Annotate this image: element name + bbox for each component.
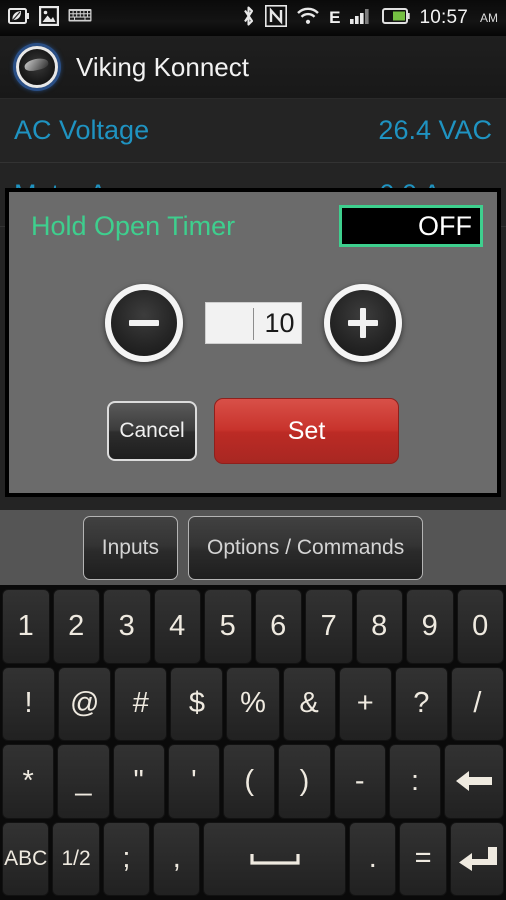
key-equals[interactable]: = (399, 821, 447, 896)
text-caret (252, 308, 254, 340)
key-dollar[interactable]: $ (170, 666, 224, 741)
status-bar-right-icons: E 10:57 AM (241, 3, 498, 32)
key-question[interactable]: ? (394, 666, 448, 741)
status-badge-value: OFF (418, 210, 472, 241)
key-1[interactable]: 1 (2, 589, 50, 664)
key-ampersand[interactable]: & (282, 666, 336, 741)
keyboard-icon (68, 8, 92, 28)
keyboard-row-symbols-1: ! @ # $ % & + ? / (2, 666, 504, 741)
key-plus[interactable]: + (338, 666, 392, 741)
plus-circle-icon[interactable] (323, 284, 402, 362)
key-underscore[interactable]: _ (57, 744, 110, 819)
key-abc[interactable]: ABC (2, 821, 50, 896)
plus-glyph (347, 308, 378, 338)
keyboard-row-bottom: ABC 1/2 ; , . = (2, 821, 504, 896)
keyboard-row-symbols-2: * _ " ' ( ) - : (2, 744, 504, 819)
backspace-icon[interactable] (444, 744, 504, 819)
wifi-icon (296, 7, 320, 30)
power-saving-leaf-icon (8, 7, 30, 30)
key-double-quote[interactable]: " (112, 744, 165, 819)
dialog-header: Hold Open Timer OFF (9, 192, 497, 247)
row-label: AC Voltage (14, 115, 150, 145)
timer-value-text: 10 (264, 307, 295, 338)
timer-value-input[interactable]: 10 (204, 302, 302, 344)
app-title-bar: Viking Konnect (0, 36, 506, 99)
key-percent[interactable]: % (226, 666, 280, 741)
key-period[interactable]: . (349, 821, 397, 896)
key-comma[interactable]: , (153, 821, 201, 896)
key-0[interactable]: 0 (456, 589, 504, 664)
tab-options-commands[interactable]: Options / Commands (187, 515, 424, 580)
key-hyphen[interactable]: - (333, 744, 386, 819)
logo-swoosh (23, 56, 50, 72)
status-bar: E 10:57 AM (0, 0, 506, 36)
hold-open-timer-dialog: Hold Open Timer OFF 10 Cancel Set (5, 188, 501, 497)
key-paren-close[interactable]: ) (278, 744, 331, 819)
set-button[interactable]: Set (214, 398, 399, 464)
tab-bar: Inputs Options / Commands (0, 510, 506, 585)
quantity-stepper: 10 (9, 284, 497, 362)
key-hash[interactable]: # (114, 666, 168, 741)
key-page-toggle[interactable]: 1/2 (52, 821, 100, 896)
key-asterisk[interactable]: * (2, 744, 55, 819)
row-value: 26.4 VAC (378, 115, 492, 145)
status-badge: OFF (339, 205, 483, 247)
edge-network-icon: E (329, 8, 341, 27)
key-colon[interactable]: : (388, 744, 442, 819)
key-5[interactable]: 5 (204, 589, 252, 664)
signal-bars-icon (349, 7, 373, 30)
bluetooth-icon (241, 5, 256, 32)
keyboard-row-numbers: 1 2 3 4 5 6 7 8 9 0 (2, 589, 504, 664)
key-2[interactable]: 2 (52, 589, 100, 664)
dialog-title: Hold Open Timer (31, 210, 236, 241)
table-row[interactable]: AC Voltage 26.4 VAC (0, 99, 506, 163)
key-3[interactable]: 3 (103, 589, 151, 664)
key-semicolon[interactable]: ; (102, 821, 151, 896)
key-paren-open[interactable]: ( (223, 744, 276, 819)
dialog-actions: Cancel Set (9, 398, 497, 464)
screenshot-image-icon (38, 5, 60, 31)
minus-circle-icon[interactable] (104, 284, 183, 362)
enter-icon[interactable] (449, 821, 504, 896)
page-title: Viking Konnect (76, 51, 249, 82)
status-bar-ampm: AM (480, 11, 498, 25)
key-at[interactable]: @ (58, 666, 112, 741)
key-apostrophe[interactable]: ' (167, 744, 221, 819)
battery-icon (382, 7, 411, 29)
screen: E 10:57 AM Viking Konnect AC Voltage 26.… (0, 0, 506, 900)
key-slash[interactable]: / (450, 666, 504, 741)
key-8[interactable]: 8 (355, 589, 403, 664)
status-bar-clock: 10:57 (419, 7, 468, 28)
key-exclamation[interactable]: ! (2, 666, 56, 741)
minus-glyph (128, 320, 159, 326)
status-bar-left-icons (8, 5, 92, 31)
on-screen-keyboard: 1 2 3 4 5 6 7 8 9 0 ! @ # $ % & + ? / * … (0, 585, 506, 900)
tab-inputs[interactable]: Inputs (82, 515, 178, 580)
key-7[interactable]: 7 (305, 589, 353, 664)
key-6[interactable]: 6 (254, 589, 302, 664)
viking-konnect-logo-icon (16, 46, 58, 88)
cancel-button[interactable]: Cancel (107, 401, 197, 461)
key-9[interactable]: 9 (406, 589, 454, 664)
key-4[interactable]: 4 (153, 589, 201, 664)
space-icon[interactable] (203, 821, 347, 896)
nfc-icon (264, 3, 288, 32)
